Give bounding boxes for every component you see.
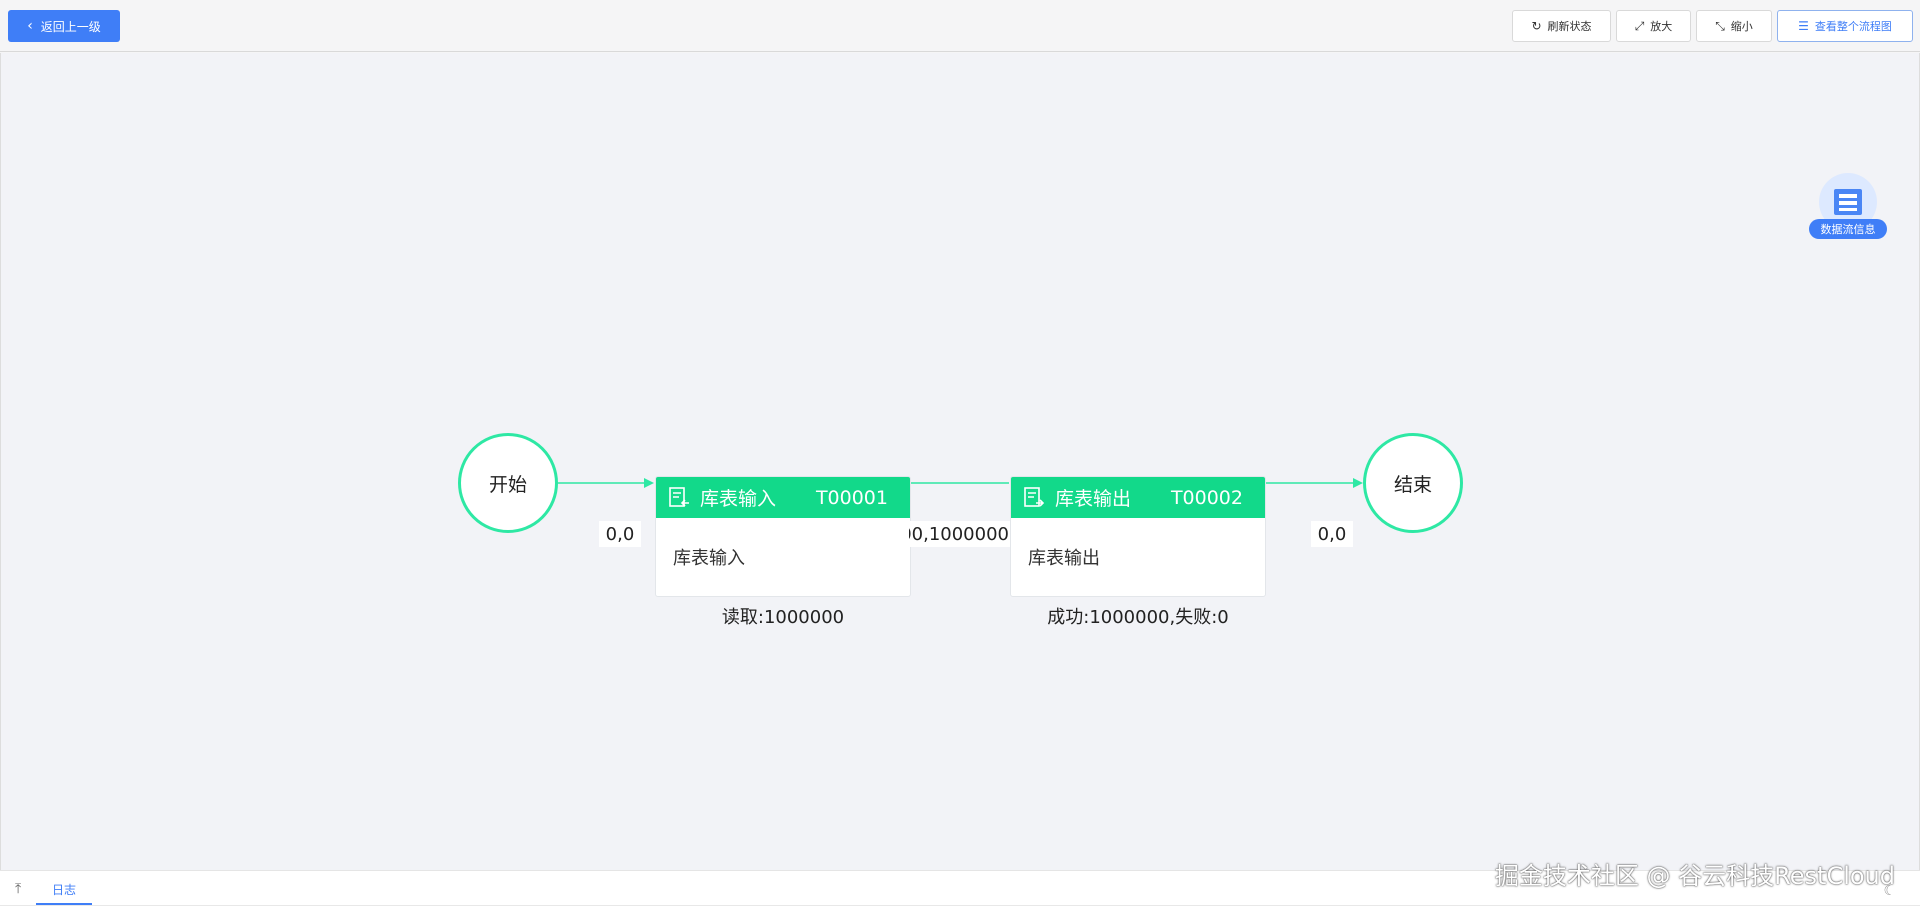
back-button[interactable]: ‹ 返回上一级 [8,10,120,42]
top-toolbar: ‹ 返回上一级 ↻ 刷新状态 ⤢ 放大 ⤡ 缩小 ☰ 查看整个流程图 [0,0,1920,52]
table-output-icon [1023,486,1045,510]
divider [0,905,1920,906]
back-button-label: 返回上一级 [40,19,101,34]
collapse-to-top-icon[interactable]: ⤒ [15,881,21,897]
list-icon: ☰ [1798,19,1809,33]
task-stat-1: 读取:1000000 [721,607,845,628]
task-body: 库表输入 [673,548,745,569]
task-header: 库表输出 T00002 [1011,477,1265,518]
edge-arrow-task2-end [1353,478,1363,488]
zoom-in-label: 放大 [1650,20,1673,33]
edge-label-task1-task2: 1000000,1000000 [909,521,1013,547]
task-name: 库表输出 [1055,488,1132,510]
dataflow-info-widget[interactable]: 数据流信息 [1809,173,1889,245]
task-node-1[interactable]: 库表输入 T00001 库表输入 [655,476,911,597]
table-input-icon [668,486,690,510]
tab-log[interactable]: 日志 [36,875,92,905]
start-node[interactable]: 开始 [458,433,558,533]
task-body: 库表输出 [1028,548,1100,569]
task-header: 库表输入 T00001 [656,477,910,518]
dataflow-info-label: 数据流信息 [1809,219,1887,239]
view-full-flow-label: 查看整个流程图 [1814,20,1892,33]
edge-label-task2-end: 0,0 [1311,521,1353,547]
toolbar-actions: ↻ 刷新状态 ⤢ 放大 ⤡ 缩小 ☰ 查看整个流程图 [1512,10,1913,42]
task-stat-2: 成功:1000000,失败:0 [1047,607,1229,628]
task-id: T00002 [1170,486,1243,509]
task-id: T00001 [815,486,888,509]
flow-canvas[interactable]: 开始 0,0 库表输入 T00001 库表输入 读取:1000000 10000… [0,53,1920,870]
watermark: 掘金技术社区 @ 谷云科技RestCloud [1494,862,1895,890]
refresh-status-button[interactable]: ↻ 刷新状态 [1512,10,1611,42]
chevron-left-icon: ‹ [27,18,33,34]
flow-edges [558,478,1363,488]
view-full-flow-button[interactable]: ☰ 查看整个流程图 [1777,10,1913,42]
zoom-out-button[interactable]: ⤡ 缩小 [1696,10,1772,42]
end-node-label: 结束 [1393,473,1432,496]
expand-icon: ⤢ [1634,19,1645,33]
refresh-icon: ↻ [1531,19,1542,33]
start-node-label: 开始 [488,473,527,496]
zoom-out-label: 缩小 [1730,20,1753,33]
refresh-status-label: 刷新状态 [1547,20,1592,33]
zoom-in-button[interactable]: ⤢ 放大 [1616,10,1691,42]
edge-label-start-task1: 0,0 [599,521,641,547]
edge-label-text: 1000000,1000000 [909,523,1009,545]
task-name: 库表输入 [700,488,777,510]
task-node-2[interactable]: 库表输出 T00002 库表输出 [1010,476,1266,597]
edge-arrow-start-task1 [644,478,654,488]
end-node[interactable]: 结束 [1363,433,1463,533]
shrink-icon: ⤡ [1715,19,1725,33]
